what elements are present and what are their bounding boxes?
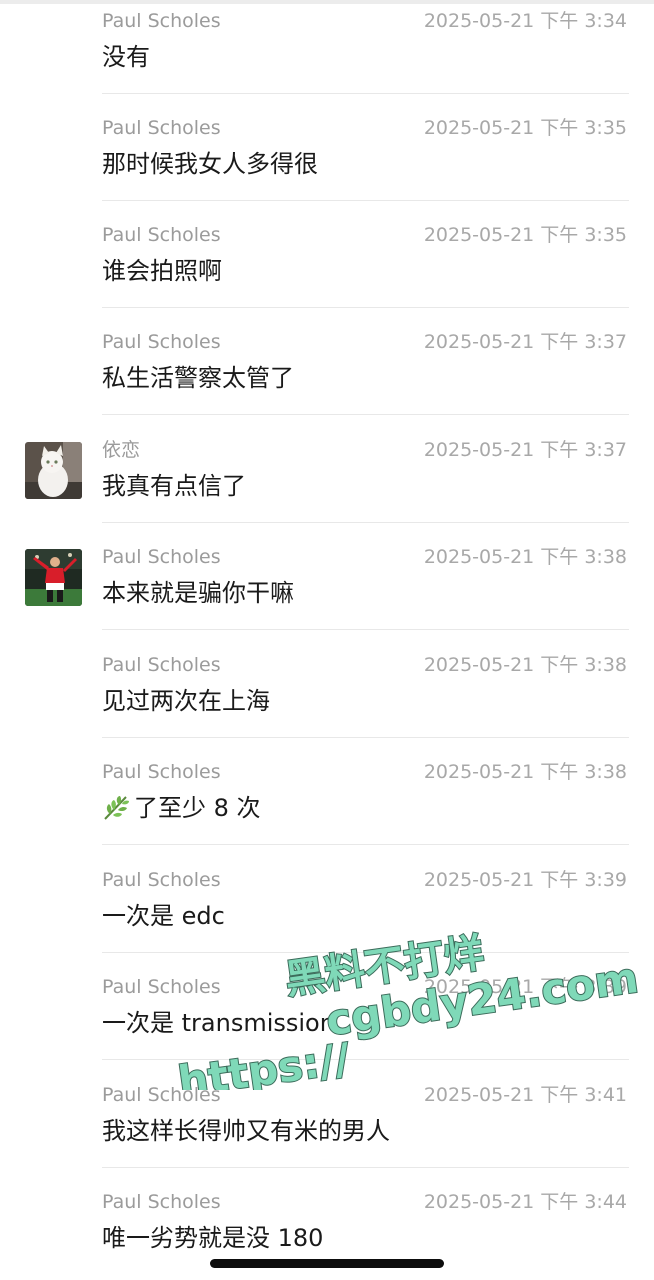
- divider: [102, 1059, 629, 1060]
- divider: [102, 414, 629, 415]
- home-indicator[interactable]: [210, 1259, 444, 1268]
- sender-name: Paul Scholes: [102, 546, 221, 568]
- divider: [102, 93, 629, 94]
- divider: [102, 844, 629, 845]
- message-text: 了至少 8 次: [134, 794, 261, 822]
- message-text: 唯一劣势就是没 180: [102, 1224, 324, 1252]
- message-time: 2025-05-21 下午 3:34: [423, 10, 627, 32]
- message-item[interactable]: Paul Scholes 2025-05-21 下午 3:39 一次是 edc: [0, 869, 654, 976]
- divider: [102, 522, 629, 523]
- message-text: 我这样长得帅又有米的男人: [102, 1117, 390, 1145]
- sender-name: Paul Scholes: [102, 10, 221, 32]
- message-item[interactable]: Paul Scholes 2025-05-21 下午 3:37 私生活警察太管了: [0, 331, 654, 438]
- message-time: 2025-05-21 下午 3:35: [423, 224, 627, 246]
- message-time: 2025-05-21 下午 3:44: [423, 1191, 627, 1213]
- message-item[interactable]: 依恋 2025-05-21 下午 3:37 我真有点信了: [0, 439, 654, 546]
- message-item[interactable]: Paul Scholes 2025-05-21 下午 3:34 没有: [0, 10, 654, 117]
- message-text-wrap: 了至少 8 次: [102, 793, 261, 823]
- divider: [102, 307, 629, 308]
- sender-name: Paul Scholes: [102, 654, 221, 676]
- sender-name: Paul Scholes: [102, 224, 221, 246]
- message-text: 私生活警察太管了: [102, 364, 294, 392]
- sender-name: Paul Scholes: [102, 869, 221, 891]
- divider: [102, 737, 629, 738]
- message-time: 2025-05-21 下午 3:35: [423, 117, 627, 139]
- message-time: 2025-05-21 下午 3:41: [423, 1084, 627, 1106]
- message-time: 2025-05-21 下午 3:39: [423, 976, 627, 998]
- message-item[interactable]: Paul Scholes 2025-05-21 下午 3:38 本来就是骗你干嘛: [0, 546, 654, 653]
- sender-name: Paul Scholes: [102, 331, 221, 353]
- sender-name: Paul Scholes: [102, 1191, 221, 1213]
- message-item[interactable]: Paul Scholes 2025-05-21 下午 3:41 我这样长得帅又有…: [0, 1084, 654, 1191]
- top-edge: [0, 0, 654, 4]
- message-time: 2025-05-21 下午 3:39: [423, 869, 627, 891]
- message-text: 见过两次在上海: [102, 687, 270, 715]
- message-item[interactable]: Paul Scholes 2025-05-21 下午 3:35 谁会拍照啊: [0, 224, 654, 331]
- message-time: 2025-05-21 下午 3:38: [423, 654, 627, 676]
- divider: [102, 1167, 629, 1168]
- message-item[interactable]: Paul Scholes 2025-05-21 下午 3:39 一次是 tran…: [0, 976, 654, 1083]
- footballer-avatar[interactable]: [25, 549, 82, 606]
- message-text: 谁会拍照啊: [102, 257, 222, 285]
- sender-name: Paul Scholes: [102, 761, 221, 783]
- message-time: 2025-05-21 下午 3:37: [423, 331, 627, 353]
- message-time: 2025-05-21 下午 3:37: [423, 439, 627, 461]
- divider: [102, 629, 629, 630]
- message-text: 一次是 edc: [102, 902, 225, 930]
- message-item[interactable]: Paul Scholes 2025-05-21 下午 3:38 见过两次在上海: [0, 654, 654, 761]
- sender-name: Paul Scholes: [102, 976, 221, 998]
- message-text: 我真有点信了: [102, 472, 246, 500]
- message-text: 一次是 transmission: [102, 1009, 335, 1037]
- divider: [102, 952, 629, 953]
- message-text: 那时候我女人多得很: [102, 150, 318, 178]
- sender-name: Paul Scholes: [102, 117, 221, 139]
- leaf-icon: [102, 793, 132, 821]
- sender-name: Paul Scholes: [102, 1084, 221, 1106]
- message-time: 2025-05-21 下午 3:38: [423, 761, 627, 783]
- divider: [102, 200, 629, 201]
- sender-name: 依恋: [102, 439, 141, 461]
- cat-avatar[interactable]: [25, 442, 82, 499]
- message-time: 2025-05-21 下午 3:38: [423, 546, 627, 568]
- message-text: 本来就是骗你干嘛: [102, 579, 294, 607]
- message-item[interactable]: Paul Scholes 2025-05-21 下午 3:35 那时候我女人多得…: [0, 117, 654, 224]
- message-item[interactable]: Paul Scholes 2025-05-21 下午 3:38 了至少 8 次: [0, 761, 654, 868]
- message-text: 没有: [102, 43, 150, 71]
